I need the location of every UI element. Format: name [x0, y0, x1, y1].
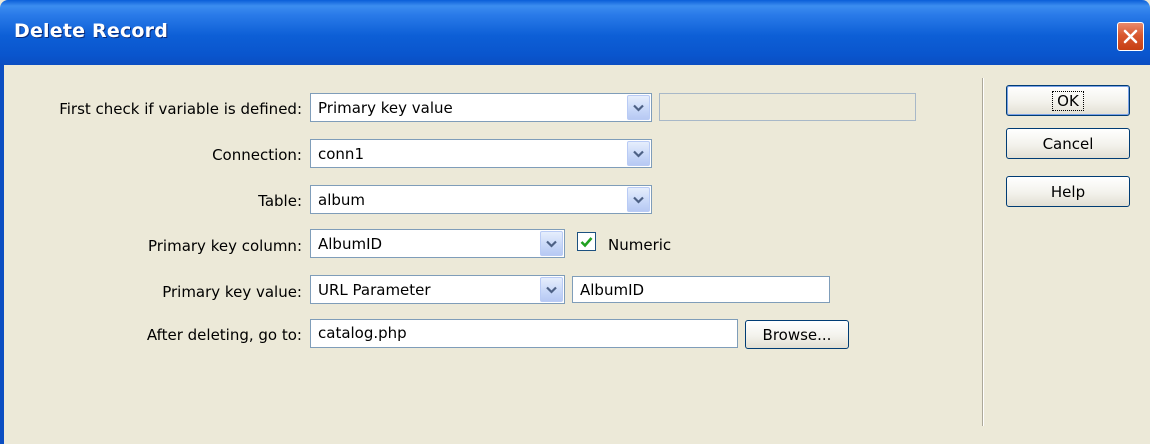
- chevron-down-icon: [633, 196, 644, 204]
- ok-button-label: OK: [1052, 90, 1084, 111]
- delete-record-dialog: Delete Record First check if variable is…: [0, 0, 1150, 444]
- numeric-label[interactable]: Numeric: [608, 236, 671, 254]
- check-variable-value: Primary key value: [318, 99, 453, 117]
- dropdown-button[interactable]: [627, 187, 650, 212]
- table-value: album: [318, 191, 365, 209]
- connection-select[interactable]: conn1: [310, 139, 652, 168]
- table-label: Table:: [258, 192, 302, 210]
- primary-key-column-value: AlbumID: [318, 235, 383, 253]
- primary-key-column-label: Primary key column:: [147, 237, 302, 255]
- redirect-url-input[interactable]: catalog.php: [310, 319, 738, 348]
- primary-key-value-label: Primary key value:: [162, 283, 302, 301]
- browse-button-label: Browse...: [762, 325, 832, 344]
- window-title: Delete Record: [14, 20, 169, 42]
- table-select[interactable]: album: [310, 185, 652, 214]
- dropdown-button[interactable]: [540, 231, 563, 256]
- after-deleting-label: After deleting, go to:: [146, 326, 302, 344]
- ok-button[interactable]: OK: [1006, 85, 1130, 116]
- check-variable-label: First check if variable is defined:: [59, 100, 302, 118]
- chevron-down-icon: [633, 150, 644, 158]
- connection-label: Connection:: [212, 146, 302, 164]
- primary-key-value-selected: URL Parameter: [318, 281, 431, 299]
- dropdown-button[interactable]: [627, 141, 650, 166]
- connection-value: conn1: [318, 145, 364, 163]
- cancel-button[interactable]: Cancel: [1006, 128, 1130, 159]
- numeric-checkbox[interactable]: [577, 232, 596, 251]
- chevron-down-icon: [546, 286, 557, 294]
- dropdown-button[interactable]: [540, 277, 563, 302]
- help-button-label: Help: [1050, 182, 1086, 201]
- redirect-url-value: catalog.php: [318, 324, 407, 342]
- url-parameter-input[interactable]: AlbumID: [572, 276, 830, 303]
- primary-key-value-select[interactable]: URL Parameter: [310, 275, 565, 304]
- browse-button[interactable]: Browse...: [745, 320, 849, 349]
- url-parameter-value: AlbumID: [580, 281, 645, 299]
- chevron-down-icon: [633, 104, 644, 112]
- close-icon: [1123, 29, 1138, 44]
- chevron-down-icon: [546, 240, 557, 248]
- window-border: [0, 65, 4, 444]
- check-variable-select[interactable]: Primary key value: [310, 93, 652, 122]
- dropdown-button[interactable]: [627, 95, 650, 120]
- close-button[interactable]: [1117, 22, 1144, 51]
- checkmark-icon: [580, 236, 593, 247]
- check-variable-input[interactable]: [659, 93, 916, 121]
- primary-key-column-select[interactable]: AlbumID: [310, 229, 565, 258]
- help-button[interactable]: Help: [1006, 176, 1130, 207]
- title-bar[interactable]: Delete Record: [0, 0, 1150, 65]
- cancel-button-label: Cancel: [1042, 134, 1094, 153]
- button-separator: [982, 78, 984, 426]
